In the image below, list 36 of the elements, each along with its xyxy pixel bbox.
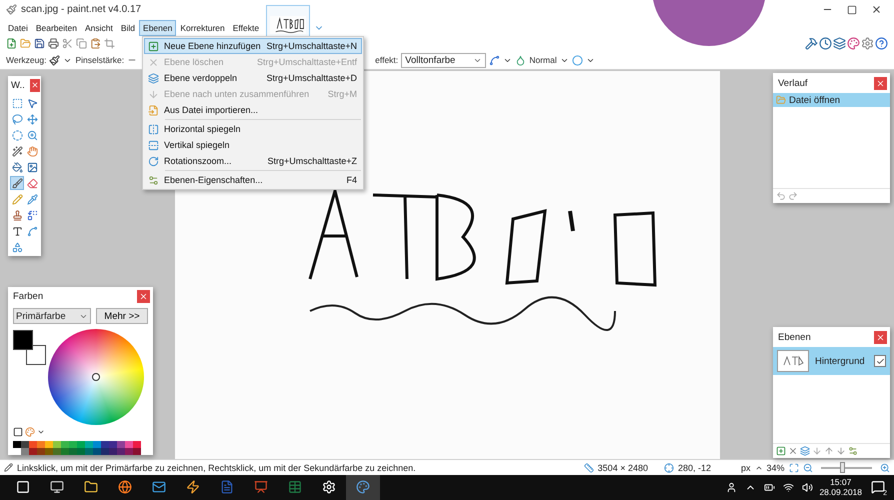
menu-item[interactable]: Datei [4,20,32,36]
panel-title: Verlauf [778,78,809,89]
menu-item[interactable]: Ebenen [139,20,176,36]
window-title: scan.jpg - paint.net v4.0.17 [21,4,142,16]
color-target-dropdown[interactable]: Primärfarbe [13,308,91,324]
window-title: W.. [11,80,26,91]
cursor-position: 280, -12 [678,462,712,473]
menu-item[interactable]: Ansicht [80,20,117,36]
layer-row[interactable]: Hintergrund [773,347,890,376]
menu-item[interactable]: Bearbeiten [32,20,81,36]
menu-item[interactable]: Korrekturen [176,20,229,36]
status-hint: Linksklick, um mit der Primärfarbe zu zeichnen, Rechtsklick, um mit der Sekundärfarbe zu zeichnen. [17,462,416,473]
fill-dropdown[interactable]: Volltonfarbe [401,52,486,68]
clock-time[interactable]: 15:07 [830,477,852,488]
tool-label: Werkzeug: [6,55,46,66]
clock-date[interactable]: 28.09.2018 [819,487,862,498]
unit-selector[interactable]: px [741,462,751,473]
blend-mode-label[interactable]: Normal [529,55,557,66]
history-item[interactable]: Datei öffnen [773,93,890,108]
menu-item[interactable]: Ebene verdoppeln Strg+Umschalttaste+D [144,70,362,86]
image-size: 3504 × 2480 [598,462,648,473]
menu-item[interactable]: Horizontal spiegeln [144,121,362,137]
menu-item[interactable]: Rotationszoom... Strg+Umschalttaste+Z [144,153,362,169]
brush-width-label: Pinselstärke: [75,55,124,66]
panel-title: Ebenen [778,332,812,343]
layer-name: Hintergrund [815,356,866,367]
menu-item[interactable]: Vertikal spiegeln [144,137,362,153]
more-button[interactable]: Mehr >> [96,308,148,324]
menu-item[interactable]: Effekte [228,20,264,36]
menu-item[interactable]: Ebenen-Eigenschaften... F4 [144,172,362,188]
menu-item[interactable]: Neue Ebene hinzufügen Strg+Umschalttaste+N [144,38,362,54]
fill-label: effekt: [375,55,398,66]
menu-item[interactable]: Bild [116,20,140,36]
menu-item[interactable]: Aus Datei importieren... [144,102,362,118]
zoom-level[interactable]: 34% [766,462,785,473]
panel-title: Farben [13,291,44,302]
